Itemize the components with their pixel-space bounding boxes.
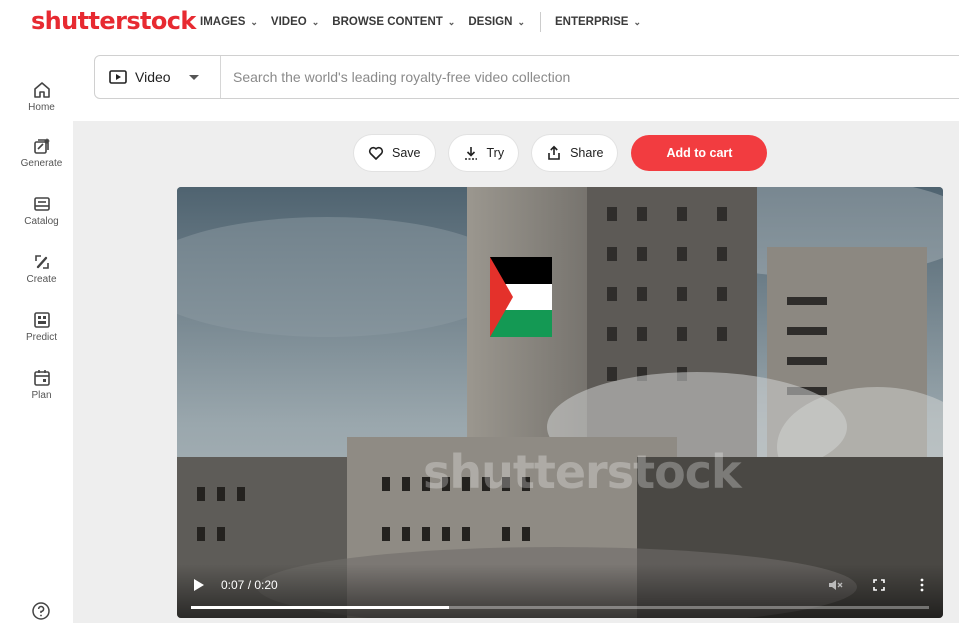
sidebar-item-predict[interactable]: Predict (0, 310, 83, 343)
save-button[interactable]: Save (354, 135, 435, 171)
catalog-icon (33, 197, 50, 211)
heart-icon (368, 146, 384, 160)
search-input[interactable] (221, 56, 959, 98)
player-controls: 0:07 / 0:20 (177, 564, 943, 618)
mute-icon[interactable] (827, 577, 843, 593)
nav-images-label: IMAGES (200, 16, 246, 28)
sidebar-item-label: Plan (31, 390, 52, 401)
sidebar-item-catalog[interactable]: Catalog (0, 194, 83, 227)
search-bar: Video (94, 55, 959, 99)
predict-icon (33, 312, 50, 328)
main-nav: IMAGES ⌄ VIDEO ⌄ BROWSE CONTENT ⌄ DESIGN ⌄ E… (200, 0, 654, 44)
nav-video-label: VIDEO (270, 16, 307, 28)
nav-design[interactable]: DESIGN ⌄ (468, 16, 525, 28)
video-player[interactable]: shutterstock 0:07 / 0:20 (177, 187, 943, 618)
try-label: Try (486, 146, 505, 160)
video-icon (109, 70, 127, 84)
sidebar-item-label: Home (28, 102, 55, 113)
media-type-dropdown[interactable]: Video (95, 56, 221, 98)
progress-bar[interactable] (191, 606, 929, 609)
palestinian-flag (490, 257, 552, 337)
sidebar-item-plan[interactable]: Plan (0, 368, 83, 401)
sidebar-item-label: Predict (25, 332, 58, 343)
create-icon (34, 255, 49, 269)
sidebar-item-label: Create (26, 274, 57, 285)
progress-fill (191, 606, 450, 609)
sidebar-item-label: Generate (20, 158, 63, 169)
play-icon[interactable] (193, 578, 205, 592)
save-label: Save (392, 146, 421, 160)
left-sidebar: Home Generate Catalog Create Predict Pla… (0, 44, 83, 623)
nav-browse-content-label: BROWSE CONTENT (332, 16, 443, 28)
download-icon (464, 147, 477, 160)
nav-enterprise[interactable]: ENTERPRISE ⌄ (555, 16, 641, 28)
video-preview-area: Save Try Share Add to cart shutterstock … (73, 121, 959, 623)
sidebar-item-label: Catalog (24, 216, 59, 227)
home-icon (33, 82, 50, 98)
chevron-down-icon: ⌄ (311, 16, 320, 27)
plan-icon (33, 370, 50, 386)
chevron-down-icon: ⌄ (250, 16, 258, 27)
shutterstock-logo[interactable]: shutterstock (31, 7, 196, 35)
nav-enterprise-label: ENTERPRISE (554, 16, 629, 28)
chevron-down-icon: ⌄ (633, 16, 642, 27)
nav-video[interactable]: VIDEO ⌄ (271, 16, 319, 28)
caret-down-icon (188, 74, 199, 80)
nav-images[interactable]: IMAGES ⌄ (200, 16, 258, 28)
sidebar-item-home[interactable]: Home (0, 80, 83, 113)
share-icon (548, 145, 560, 160)
video-frame (177, 187, 943, 618)
top-navigation: shutterstock IMAGES ⌄ VIDEO ⌄ BROWSE CONTE… (0, 0, 959, 44)
time-display: 0:07 / 0:20 (221, 578, 278, 592)
share-button[interactable]: Share (532, 135, 618, 171)
chevron-down-icon: ⌄ (517, 16, 525, 27)
chevron-down-icon: ⌄ (447, 16, 456, 27)
generate-icon (33, 138, 50, 154)
sidebar-item-generate[interactable]: Generate (0, 136, 83, 169)
sidebar-item-create[interactable]: Create (0, 252, 83, 285)
more-options-icon[interactable] (914, 577, 930, 593)
watermark: shutterstock (423, 445, 742, 499)
nav-divider (539, 12, 541, 32)
action-bar: Save Try Share Add to cart (354, 135, 768, 171)
nav-design-label: DESIGN (468, 16, 513, 28)
share-label: Share (570, 146, 604, 160)
fullscreen-icon[interactable] (871, 577, 887, 593)
media-type-label: Video (135, 69, 171, 85)
try-button[interactable]: Try (448, 135, 519, 171)
help-icon[interactable] (31, 601, 51, 621)
nav-browse-content[interactable]: BROWSE CONTENT ⌄ (332, 16, 455, 28)
add-to-cart-button[interactable]: Add to cart (631, 135, 768, 171)
